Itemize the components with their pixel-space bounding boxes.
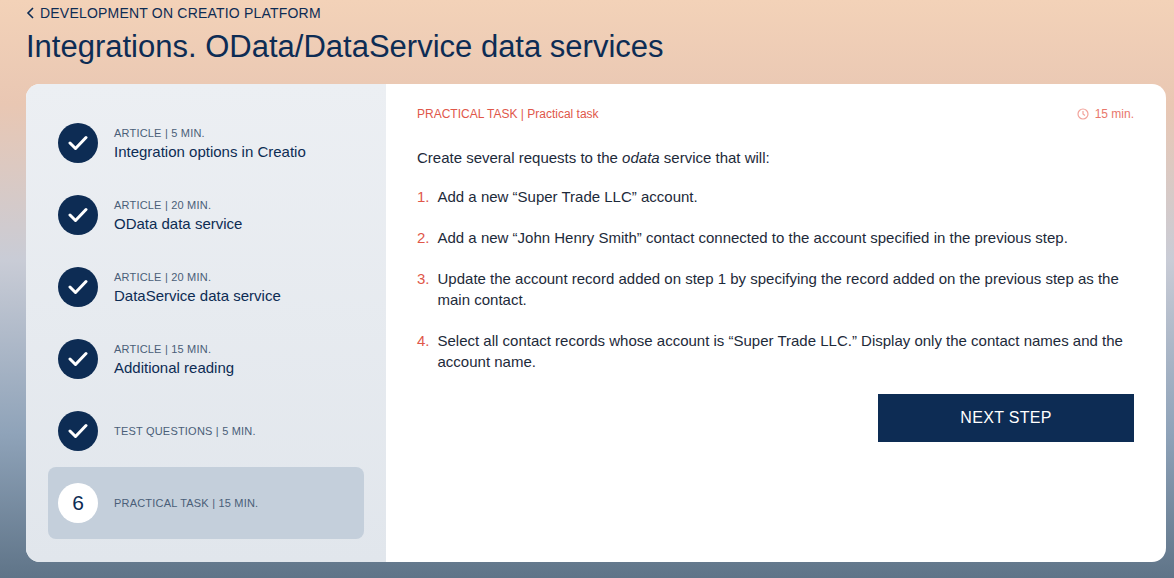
module-item[interactable]: ARTICLE | 20 MIN. DataService data servic…: [48, 251, 364, 323]
module-item[interactable]: ARTICLE | 20 MIN. OData data service: [48, 179, 364, 251]
task-step: 1. Add a new “Super Trade LLC” account.: [417, 186, 1134, 207]
course-card: ARTICLE | 5 MIN. Integration options in C…: [26, 84, 1166, 562]
module-sidebar: ARTICLE | 5 MIN. Integration options in C…: [26, 84, 386, 562]
module-text: TEST QUESTIONS | 5 MIN.: [114, 425, 256, 437]
task-header: PRACTICAL TASK | Practical task 15 min.: [417, 107, 1134, 121]
step-text: Update the account record added on step …: [438, 268, 1134, 310]
step-text: Add a new “John Henry Smith” contact con…: [438, 227, 1068, 248]
step-number: 3.: [417, 268, 430, 310]
clock-icon: [1077, 108, 1089, 120]
module-meta: ARTICLE | 20 MIN.: [114, 199, 242, 211]
step-text: Add a new “Super Trade LLC” account.: [438, 186, 698, 207]
breadcrumb[interactable]: DEVELOPMENT ON CREATIO PLATFORM: [26, 5, 1166, 21]
step-number: 1.: [417, 186, 430, 207]
module-item[interactable]: 6 PRACTICAL TASK | 15 MIN.: [48, 467, 364, 539]
module-title: DataService data service: [114, 287, 281, 304]
check-icon: [68, 279, 88, 295]
module-text: ARTICLE | 5 MIN. Integration options in C…: [114, 127, 306, 160]
module-meta: TEST QUESTIONS | 5 MIN.: [114, 425, 256, 437]
step-number: 2.: [417, 227, 430, 248]
task-step: 2. Add a new “John Henry Smith” contact c…: [417, 227, 1134, 248]
page-title: Integrations. OData/DataService data ser…: [26, 29, 1166, 65]
step-text: Select all contact records whose account…: [438, 330, 1134, 372]
module-title: Additional reading: [114, 359, 234, 376]
module-item[interactable]: ARTICLE | 5 MIN. Integration options in C…: [48, 107, 364, 179]
module-text: PRACTICAL TASK | 15 MIN.: [114, 497, 258, 509]
next-step-button[interactable]: NEXT STEP: [878, 394, 1134, 442]
module-item[interactable]: ARTICLE | 15 MIN. Additional reading: [48, 323, 364, 395]
module-number: 6: [72, 491, 84, 515]
check-icon: [68, 351, 88, 367]
breadcrumb-label[interactable]: DEVELOPMENT ON CREATIO PLATFORM: [40, 5, 321, 21]
chevron-left-icon[interactable]: [26, 7, 36, 19]
task-step: 3.Update the account record added on ste…: [417, 268, 1134, 310]
done-badge: [58, 123, 98, 163]
number-badge: 6: [58, 483, 98, 523]
step-number: 4.: [417, 330, 430, 372]
task-steps: 1. Add a new “Super Trade LLC” account. 2.…: [417, 186, 1134, 372]
module-item[interactable]: TEST QUESTIONS | 5 MIN.: [48, 395, 364, 467]
module-text: ARTICLE | 20 MIN. DataService data servic…: [114, 271, 281, 304]
button-row: NEXT STEP: [417, 394, 1134, 442]
done-badge: [58, 195, 98, 235]
check-icon: [68, 135, 88, 151]
check-icon: [68, 207, 88, 223]
module-meta: ARTICLE | 15 MIN.: [114, 343, 234, 355]
task-panel: PRACTICAL TASK | Practical task 15 min. Cr…: [386, 84, 1166, 562]
module-meta: ARTICLE | 5 MIN.: [114, 127, 306, 139]
check-icon: [68, 423, 88, 439]
module-meta: ARTICLE | 20 MIN.: [114, 271, 281, 283]
module-meta: PRACTICAL TASK | 15 MIN.: [114, 497, 258, 509]
module-title: Integration options in Creatio: [114, 143, 306, 160]
module-title: OData data service: [114, 215, 242, 232]
task-intro: Create several requests to the odata ser…: [417, 147, 1134, 168]
task-step: 4.Select all contact records whose accou…: [417, 330, 1134, 372]
module-text: ARTICLE | 15 MIN. Additional reading: [114, 343, 234, 376]
done-badge: [58, 411, 98, 451]
done-badge: [58, 267, 98, 307]
module-text: ARTICLE | 20 MIN. OData data service: [114, 199, 242, 232]
done-badge: [58, 339, 98, 379]
task-label: PRACTICAL TASK | Practical task: [417, 107, 599, 121]
task-duration: 15 min.: [1077, 107, 1134, 121]
page: DEVELOPMENT ON CREATIO PLATFORM Integrati…: [0, 0, 1174, 578]
